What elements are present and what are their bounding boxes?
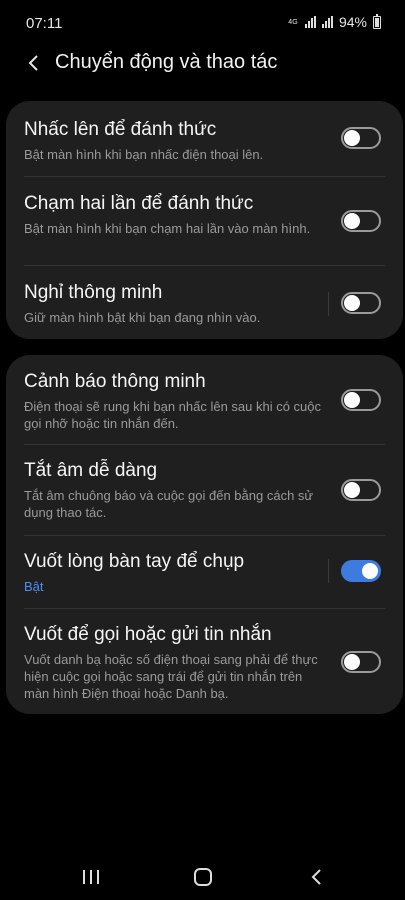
network-type: 4G xyxy=(288,18,298,26)
status-icons: 4G 94% xyxy=(287,13,381,30)
toggle-switch[interactable] xyxy=(341,389,381,411)
setting-title: Tắt âm dễ dàng xyxy=(24,460,158,481)
setting-subtitle: Tắt âm chuông báo và cuộc gọi đến bằng c… xyxy=(24,488,314,520)
setting-subtitle: Giữ màn hình bật khi bạn đang nhìn vào. xyxy=(24,310,261,325)
setting-title: Nghỉ thông minh xyxy=(24,282,163,303)
toggle-knob xyxy=(344,295,360,311)
setting-title: Nhấc lên để đánh thức xyxy=(24,119,217,140)
status-time: 07:11 xyxy=(26,15,63,32)
setting-row-double-tap-to-wake[interactable]: Chạm hai lần để đánh thức Bật màn hình k… xyxy=(6,177,403,265)
setting-subtitle: Bật màn hình khi bạn nhấc điện thoại lên… xyxy=(24,147,264,162)
toggle-knob xyxy=(344,392,360,408)
setting-status: Bật xyxy=(24,579,44,594)
vertical-separator xyxy=(328,559,329,583)
setting-row-swipe-to-call[interactable]: Vuốt để gọi hoặc gửi tin nhắn Vuốt danh … xyxy=(6,609,403,714)
toggle-switch[interactable] xyxy=(341,127,381,149)
toggle-knob xyxy=(344,654,360,670)
page-title: Chuyển động và thao tác xyxy=(55,51,278,73)
setting-title: Vuốt lòng bàn tay để chụp xyxy=(24,551,245,572)
nav-back-icon[interactable] xyxy=(310,867,324,887)
toggle-switch[interactable] xyxy=(341,292,381,314)
setting-row-smart-stay[interactable]: Nghỉ thông minh Giữ màn hình bật khi bạn… xyxy=(6,266,403,339)
setting-row-palm-swipe-capture[interactable]: Vuốt lòng bàn tay để chụp Bật xyxy=(6,536,403,608)
toggle-switch[interactable] xyxy=(341,210,381,232)
signal-icon-2 xyxy=(321,16,333,28)
setting-subtitle: Điện thoại sẽ rung khi bạn nhấc lên sau … xyxy=(24,399,322,431)
setting-subtitle: Bật màn hình khi bạn chạm hai lần vào mà… xyxy=(24,221,311,236)
app-header: Chuyển động và thao tác xyxy=(0,44,405,84)
toggle-knob xyxy=(362,563,378,579)
vertical-separator xyxy=(328,292,329,316)
setting-title: Vuốt để gọi hoặc gửi tin nhắn xyxy=(24,624,272,645)
signal-icon xyxy=(304,16,316,28)
toggle-switch[interactable] xyxy=(341,479,381,501)
battery-percent: 94% xyxy=(338,14,367,30)
setting-title: Cảnh báo thông minh xyxy=(24,371,206,392)
setting-title: Chạm hai lần để đánh thức xyxy=(24,193,254,214)
home-icon[interactable] xyxy=(194,868,212,886)
battery-icon xyxy=(373,13,381,29)
settings-group-2: Cảnh báo thông minh Điện thoại sẽ rung k… xyxy=(6,355,403,714)
recents-icon[interactable] xyxy=(83,870,99,884)
status-bar: 07:11 4G 94% xyxy=(0,0,405,44)
toggle-switch[interactable] xyxy=(341,560,381,582)
toggle-knob xyxy=(344,213,360,229)
toggle-knob xyxy=(344,482,360,498)
toggle-knob xyxy=(344,130,360,146)
setting-row-lift-to-wake[interactable]: Nhấc lên để đánh thức Bật màn hình khi b… xyxy=(6,101,403,167)
setting-subtitle: Vuốt danh bạ hoặc số điện thoại sang phả… xyxy=(24,652,318,701)
setting-row-easy-mute[interactable]: Tắt âm dễ dàng Tắt âm chuông báo và cuộc… xyxy=(6,445,403,535)
setting-row-smart-alert[interactable]: Cảnh báo thông minh Điện thoại sẽ rung k… xyxy=(6,355,403,443)
back-arrow-icon[interactable] xyxy=(24,52,46,74)
settings-group-1: Nhấc lên để đánh thức Bật màn hình khi b… xyxy=(6,101,403,339)
navigation-bar xyxy=(0,850,405,900)
toggle-switch[interactable] xyxy=(341,651,381,673)
